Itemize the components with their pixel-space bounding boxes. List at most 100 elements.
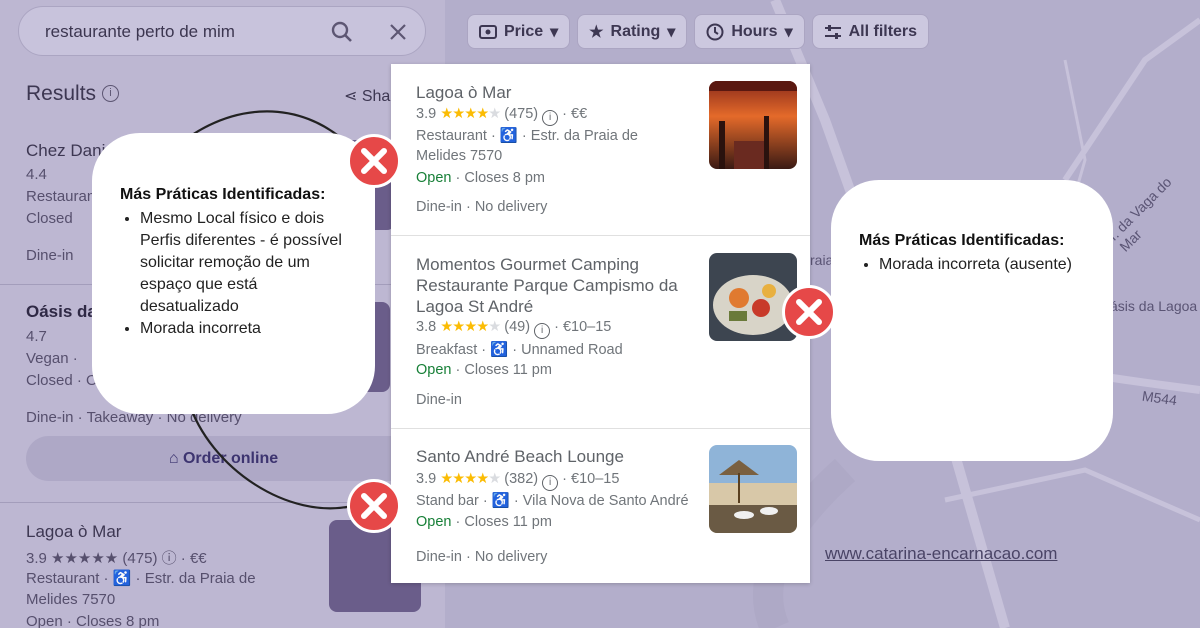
result-type: Vegan · [26,350,78,367]
error-x-icon [782,285,836,339]
dropdown-icon: ▾ [550,23,559,41]
star-icon: ★ [440,471,453,487]
annotation-list: Morada incorreta (ausente) [859,254,1087,276]
listing-name[interactable]: Momentos Gourmet Camping Restaurante Par… [416,254,686,317]
price-level: €€ [571,106,588,122]
info-icon[interactable]: i [534,323,551,339]
sliders-icon [824,24,841,39]
rating-value: 3.9 [416,106,437,122]
annotation-item: Mesmo Local físico e dois Perfis diferen… [140,208,347,318]
result-address: Melides 7570 [26,591,116,608]
open-status: Open [416,362,452,378]
star-icon: ★ [440,106,453,122]
listing-category-line: Restaurant · ♿ · Estr. da Praia de [416,128,638,144]
bag-icon: ⌂ [168,450,183,467]
annotation-title: Más Práticas Identificadas: [859,232,1065,249]
star-icon: ★ [440,319,453,335]
annotation-item: Morada incorreta (ausente) [879,254,1087,276]
star-icon: ★ [488,106,501,122]
category: Restaurant [416,128,487,144]
listing-category-line: Stand bar · ♿ · Vila Nova de Santo André [416,493,689,509]
star-icon: ★ [464,319,477,335]
star-icon: ★ [464,471,477,487]
category: Breakfast [416,342,478,358]
review-count: (382) [504,471,539,487]
address: Vila Nova de Santo André [522,493,689,509]
listing-photo[interactable] [709,253,797,341]
listing-rating-line: 3.8 ★★★★★ (49) i · €10–15 [416,319,611,339]
annotation-item: Morada incorreta [140,318,347,340]
star-icon: ★ [476,106,489,122]
listing-photo[interactable] [709,81,797,169]
result-type: Restaurant [26,188,100,205]
address: Unnamed Road [521,342,623,358]
search-input[interactable]: restaurante perto de mim [45,22,235,42]
star-rating: ★★★★★ [440,319,501,335]
result-rating: 4.7 [26,328,47,345]
address-line-2: Melides 7570 [416,148,503,164]
map-label-place: ásis da Lagoa [1110,298,1198,314]
star-rating: ★★★★★ [440,106,501,122]
results-heading: Results [26,82,97,105]
result-hours: Open · Closes 8 pm [26,613,160,628]
result-name[interactable]: Oásis da [26,302,97,322]
review-count: (49) [504,319,531,335]
rating-value: 3.8 [416,319,437,335]
dropdown-icon: ▾ [784,23,793,41]
category: Stand bar [416,493,479,509]
star-rating: ★★★★★ [440,471,501,487]
price-level: €10–15 [571,471,620,487]
search-box[interactable]: restaurante perto de mim [18,6,426,56]
filter-hours[interactable]: Hours ▾ [694,14,805,49]
error-x-icon [347,479,401,533]
website-link[interactable]: www.catarina-encarnacao.com [825,544,1057,564]
search-icon[interactable] [331,21,353,43]
listing-card: Lagoa ò Mar 3.9 ★★★★★ (475) i · €€ Resta… [391,64,810,583]
hours-line: Open · Closes 8 pm [416,170,545,186]
listing-rating-line: 3.9 ★★★★★ (475) i · €€ [416,106,587,126]
star-icon: ★ [589,23,604,41]
result-type: Restaurant · ♿ · Estr. da Praia de [26,570,256,587]
price-icon [479,24,497,39]
result-name[interactable]: Lagoa ò Mar [26,522,121,542]
annotation-right: Más Práticas Identificadas: Morada incor… [831,180,1113,461]
hours-line: Open · Closes 11 pm [416,514,552,530]
filter-label: Hours [731,22,778,40]
filter-label: All filters [848,22,918,40]
wheelchair-icon: ♿ [490,342,509,358]
result-status: Closed [26,210,73,227]
listing-item[interactable]: Momentos Gourmet Camping Restaurante Par… [391,236,810,429]
listing-name[interactable]: Santo André Beach Lounge [416,446,686,467]
order-online-button[interactable]: ⌂ Order online [26,436,421,481]
services-line: Dine-in · No delivery [416,199,548,215]
share-button[interactable]: ⋖ Sha [344,86,390,106]
listing-photo[interactable] [709,445,797,533]
address: Estr. da Praia de [530,128,638,144]
error-x-icon [347,134,401,188]
filter-rating[interactable]: ★ Rating ▾ [577,14,688,49]
info-icon[interactable]: i [102,85,119,102]
star-icon: ★ [476,471,489,487]
open-status: Open [416,514,452,530]
star-icon: ★ [488,319,501,335]
filter-price[interactable]: Price ▾ [467,14,571,49]
wheelchair-icon: ♿ [491,493,510,509]
info-icon[interactable]: i [542,475,559,491]
listing-item[interactable]: Lagoa ò Mar 3.9 ★★★★★ (475) i · €€ Resta… [391,64,810,236]
review-count: (475) [504,106,539,122]
share-label: Sha [361,88,391,105]
listing-rating-line: 3.9 ★★★★★ (382) i · €10–15 [416,471,619,491]
listing-name[interactable]: Lagoa ò Mar [416,82,686,103]
closing-time: Closes 11 pm [464,514,552,530]
info-icon[interactable]: i [542,110,559,126]
map-label-fragment: raia [810,252,834,268]
star-icon: ★ [476,319,489,335]
filter-all[interactable]: All filters [811,14,930,49]
star-icon: ★ [452,471,465,487]
closing-time: Closes 8 pm [464,170,545,186]
listing-item[interactable]: Santo André Beach Lounge 3.9 ★★★★★ (382)… [391,429,810,583]
close-icon[interactable] [387,21,409,43]
annotation-left: Más Práticas Identificadas: Mesmo Local … [92,133,375,414]
filter-label: Price [504,22,544,40]
rating-value: 3.9 [416,471,437,487]
